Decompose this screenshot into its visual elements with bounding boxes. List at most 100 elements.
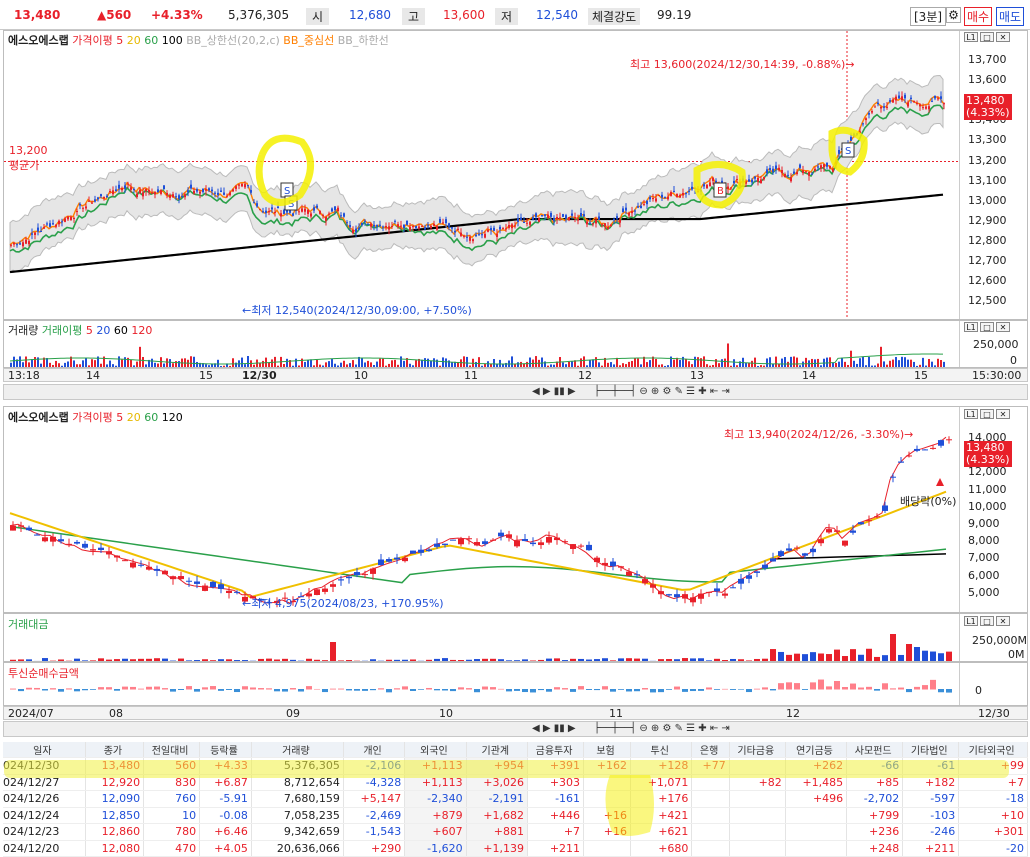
- candle-body: [714, 588, 720, 592]
- table-row[interactable]: 024/12/24 12,850 10 -0.08 7,058,235 -2,469 +87…: [3, 807, 1028, 824]
- high-annotation: 최고 13,600(2024/12/30,14:39, -0.88%)→: [630, 58, 855, 71]
- volume-bar: [724, 358, 726, 367]
- column-header[interactable]: 등락률: [199, 742, 252, 758]
- candle-body: [890, 476, 896, 478]
- trust-bar: [50, 688, 56, 690]
- volume-bar: [352, 360, 354, 367]
- candle-body: [820, 165, 822, 169]
- scroll-left-icon-2[interactable]: ◀ ▶ ▮▮ ▶: [532, 723, 576, 734]
- trust-bars: [10, 679, 952, 693]
- candle-body: [13, 242, 15, 245]
- table-row[interactable]: 024/12/27 12,920 830 +6.87 8,712,654 -4,328 +1…: [3, 774, 1028, 791]
- candle-body: [925, 106, 927, 109]
- candle-body: [922, 107, 924, 109]
- trust-bar: [874, 689, 880, 691]
- column-header[interactable]: 종가: [85, 742, 145, 758]
- column-header[interactable]: 기타금융: [729, 742, 786, 758]
- candle-body: [880, 106, 882, 109]
- table-row[interactable]: 024/12/26 12,090 760 -5.91 7,680,159 +5,147 -2…: [3, 790, 1028, 808]
- table-cell: 024/12/24: [3, 807, 86, 824]
- intraday-price-pane[interactable]: 에스오에스랩 가격이평 5 20 60 100 BB_상한선(20,2,c) B…: [3, 30, 1028, 320]
- column-header[interactable]: 은행: [691, 742, 730, 758]
- candle-body: [253, 202, 255, 204]
- strength-label: 체결강도: [588, 8, 641, 25]
- column-header[interactable]: 개인: [343, 742, 406, 758]
- column-header[interactable]: 연기금등: [785, 742, 848, 758]
- candle-body: [316, 205, 318, 208]
- amount-bar: [786, 654, 792, 661]
- interval-selector[interactable]: [3분]: [910, 7, 947, 26]
- column-header[interactable]: 보험: [583, 742, 632, 758]
- column-header[interactable]: 외국인: [404, 742, 467, 758]
- candle-body: [646, 200, 648, 205]
- candle-body: [376, 225, 378, 227]
- volume-bar: [616, 357, 618, 367]
- buy-button[interactable]: 매수: [964, 7, 993, 26]
- candle-body: [298, 211, 300, 213]
- scroll-left-icon[interactable]: ◀ ▶ ▮▮ ▶: [532, 386, 576, 397]
- candle-body: [46, 223, 48, 225]
- candle-body: [277, 206, 279, 209]
- candle-body: [853, 133, 855, 137]
- candle-body: [946, 439, 952, 441]
- daily-price-pane[interactable]: 에스오에스랩 가격이평 5 20 60 120 L1□✕ 14,00013,00…: [3, 406, 1028, 613]
- table-cell: 12,850: [85, 807, 145, 824]
- column-header[interactable]: 일자: [3, 742, 86, 758]
- table-row[interactable]: 024/12/23 12,860 780 +6.46 9,342,659 -1,543 +6…: [3, 823, 1028, 841]
- settings-icon[interactable]: ⚙: [946, 7, 961, 23]
- volume-bar: [775, 356, 777, 367]
- candle-body: [262, 211, 264, 213]
- trust-bar: [314, 688, 320, 690]
- candle-body: [328, 213, 330, 215]
- trust-pane[interactable]: 투신순매수금액 0: [3, 662, 1028, 706]
- trust-bar: [378, 688, 384, 690]
- candle-body: [325, 216, 327, 221]
- candle-body: [556, 217, 558, 220]
- column-header[interactable]: 전일대비: [143, 742, 201, 758]
- candle-body: [338, 579, 344, 581]
- column-header[interactable]: 투신: [630, 742, 693, 758]
- zoom-slider-2[interactable]: ├──┼──┤ ⊖ ⊕ ⚙ ✎ ☰ ✚ ⇤ ⇥: [594, 723, 730, 734]
- trust-bar: [82, 689, 88, 691]
- y-tick: 12,700: [968, 254, 1007, 267]
- column-header[interactable]: 기관계: [466, 742, 529, 758]
- candle-body: [136, 193, 138, 197]
- volume-bar: [121, 359, 123, 367]
- y-tick: 12,600: [968, 274, 1007, 288]
- candle-body: [70, 217, 72, 221]
- trust-bar: [714, 689, 720, 690]
- table-cell: +6.46: [199, 823, 252, 841]
- chart2-scrollbar[interactable]: ◀ ▶ ▮▮ ▶ ├──┼──┤ ⊖ ⊕ ⚙ ✎ ☰ ✚ ⇤ ⇥: [3, 721, 1028, 737]
- candle-body: [310, 213, 312, 217]
- chart1-scrollbar[interactable]: ◀ ▶ ▮▮ ▶ ├──┼──┤ ⊖ ⊕ ⚙ ✎ ☰ ✚ ⇤ ⇥: [3, 384, 1028, 400]
- amount-pane[interactable]: 거래대금 L1 □ ✕ 250,000M 0M: [3, 613, 1028, 662]
- column-header[interactable]: 기타법인: [902, 742, 960, 758]
- column-header[interactable]: 기타외국인: [958, 742, 1028, 758]
- volume-pane[interactable]: 거래량 거래이평 5 20 60 120 L1 □ ✕ 250,000 0: [3, 320, 1028, 368]
- zoom-slider[interactable]: ├──┼──┤ ⊖ ⊕ ⚙ ✎ ☰ ✚ ⇤ ⇥: [594, 386, 730, 397]
- y-tick: 12,500: [968, 294, 1007, 308]
- candle-body: [679, 195, 681, 198]
- candle-body: [748, 179, 750, 182]
- table-cell: +421: [630, 807, 693, 824]
- table-row[interactable]: 024/12/20 12,080 470 +4.05 20,636,066 +290 -1,…: [3, 840, 1028, 857]
- volume-bar: [862, 356, 864, 367]
- column-header[interactable]: 금융투자: [527, 742, 585, 758]
- candle-body: [378, 559, 384, 566]
- volume-bar: [751, 360, 753, 367]
- candle-body: [43, 227, 45, 229]
- quote-bar: 13,480 ▲560 +4.33% 5,376,305 시 12,680 고 …: [0, 0, 1030, 30]
- candle-body: [664, 196, 666, 198]
- trust-bar: [18, 689, 24, 692]
- column-header[interactable]: 거래량: [251, 742, 344, 758]
- volume-bar: [46, 357, 48, 367]
- trust-bar: [698, 689, 704, 691]
- sell-button[interactable]: 매도: [996, 7, 1025, 26]
- volume-bar: [529, 357, 531, 367]
- table-cell: +301: [958, 823, 1028, 841]
- table-cell: +16: [583, 807, 632, 824]
- column-header[interactable]: 사모펀드: [846, 742, 904, 758]
- x-tick: 15: [199, 369, 213, 382]
- table-row[interactable]: 024/12/30 13,480 560 +4.33 5,376,305 -2,106 +1…: [3, 757, 1028, 775]
- trust-bar: [386, 689, 392, 693]
